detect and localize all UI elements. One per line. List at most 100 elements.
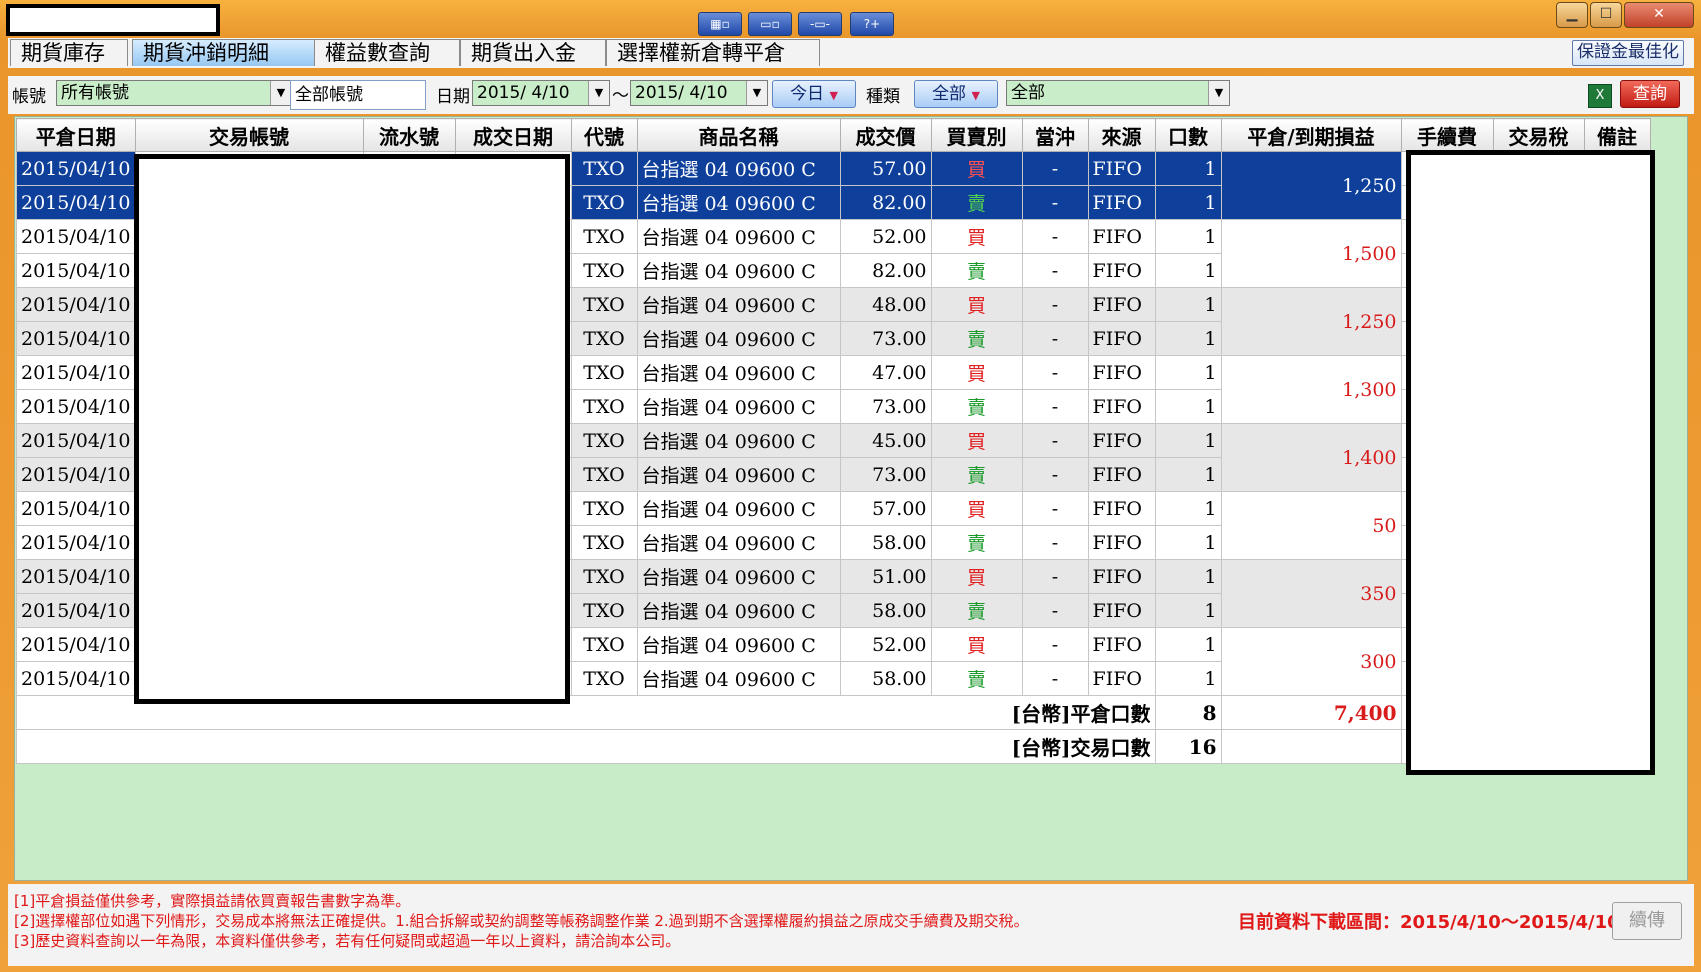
today-button[interactable]: 今日 ▼ — [772, 80, 856, 108]
download-range: 目前資料下載區間：2015/4/10～2015/4/10 — [1238, 912, 1620, 933]
kind-select-value: 全部 — [1011, 83, 1045, 103]
col-tax[interactable]: 交易稅 — [1492, 118, 1585, 152]
today-button-label: 今日 — [790, 84, 825, 104]
caret-down-icon: ▼ — [971, 89, 980, 102]
cell-code: TXO — [570, 525, 638, 560]
title-redacted-box — [6, 4, 220, 36]
cell-product-name: 台指選 04 09600 C — [636, 185, 841, 220]
cell-pnl: 1,250 — [1220, 151, 1402, 220]
maximize-icon[interactable]: ☐ — [1590, 2, 1622, 28]
col-daytrade[interactable]: 當沖 — [1021, 118, 1089, 152]
cell-close-date: 2015/04/10 — [16, 423, 136, 458]
col-pnl[interactable]: 平倉/到期損益 — [1220, 118, 1402, 152]
query-button[interactable]: 查詢 — [1620, 80, 1680, 108]
cell-close-date: 2015/04/10 — [16, 457, 136, 492]
cell-qty: 1 — [1154, 151, 1222, 186]
cell-side: 買 — [930, 151, 1023, 186]
help-icon[interactable]: ?+ — [850, 12, 894, 36]
continue-button[interactable]: 續傳 — [1612, 902, 1682, 940]
cell-pnl: 1,500 — [1220, 219, 1402, 288]
tab-option-convert[interactable]: 選擇權新倉轉平倉 — [606, 39, 820, 66]
col-serial-no[interactable]: 流水號 — [362, 118, 456, 152]
cell-qty: 1 — [1154, 219, 1222, 254]
cell-code: TXO — [570, 219, 638, 254]
date-from-picker[interactable]: 2015/ 4/10 ▼ — [472, 80, 610, 106]
cell-daytrade: - — [1021, 355, 1089, 390]
col-side[interactable]: 買賣別 — [930, 118, 1023, 152]
layout-grid-icon[interactable]: ▦▫ — [698, 12, 742, 36]
cell-code: TXO — [570, 627, 638, 662]
col-trade-date[interactable]: 成交日期 — [454, 118, 572, 152]
cell-price: 73.00 — [839, 457, 932, 492]
cell-side: 買 — [930, 423, 1023, 458]
redaction-box-fees — [1406, 150, 1655, 775]
excel-export-icon[interactable]: X — [1588, 84, 1612, 108]
date-label: 日期 — [436, 87, 470, 107]
close-icon[interactable]: ✕ — [1624, 2, 1694, 28]
kind-select[interactable]: 全部 ▼ — [1006, 80, 1230, 106]
app-window: ▦▫ ▭▫ -▭- ?+ ▁ ☐ ✕ 期貨庫存 期貨沖銷明細 權益數查詢 期貨出… — [0, 0, 1701, 972]
cell-side: 買 — [930, 355, 1023, 390]
summary-close-pnl: 7,400 — [1220, 695, 1402, 730]
col-code[interactable]: 代號 — [570, 118, 638, 152]
chevron-down-icon[interactable]: ▼ — [588, 81, 609, 105]
col-note[interactable]: 備註 — [1583, 118, 1651, 152]
cell-source: FIFO — [1087, 287, 1156, 322]
cell-source: FIFO — [1087, 151, 1156, 186]
tab-equity-query[interactable]: 權益數查詢 — [314, 39, 460, 66]
cell-side: 買 — [930, 491, 1023, 526]
cell-daytrade: - — [1021, 389, 1089, 424]
cell-product-name: 台指選 04 09600 C — [636, 525, 841, 560]
cell-qty: 1 — [1154, 661, 1222, 696]
cell-close-date: 2015/04/10 — [16, 287, 136, 322]
cell-side: 買 — [930, 559, 1023, 594]
tab-futures-offset-detail[interactable]: 期貨沖銷明細 — [132, 39, 318, 66]
col-trade-account[interactable]: 交易帳號 — [134, 118, 364, 152]
col-close-date[interactable]: 平倉日期 — [16, 118, 136, 152]
cell-price: 58.00 — [839, 593, 932, 628]
cell-side: 賣 — [930, 457, 1023, 492]
minimize-icon[interactable]: ▁ — [1556, 2, 1588, 28]
cell-pnl: 1,300 — [1220, 355, 1402, 424]
date-to-picker[interactable]: 2015/ 4/10 ▼ — [630, 80, 768, 106]
tab-futures-deposit[interactable]: 期貨出入金 — [460, 39, 606, 66]
cell-close-date: 2015/04/10 — [16, 253, 136, 288]
cell-source: FIFO — [1087, 389, 1156, 424]
cell-product-name: 台指選 04 09600 C — [636, 355, 841, 390]
cell-side: 賣 — [930, 661, 1023, 696]
account-label: 帳號 — [12, 87, 46, 107]
cell-qty: 1 — [1154, 253, 1222, 288]
chevron-down-icon[interactable]: ▼ — [1208, 81, 1229, 105]
col-product-name[interactable]: 商品名稱 — [636, 118, 841, 152]
col-qty[interactable]: 口數 — [1154, 118, 1222, 152]
kind-button[interactable]: 全部 ▼ — [914, 80, 998, 108]
tab-futures-inventory[interactable]: 期貨庫存 — [10, 39, 128, 66]
account-name-field[interactable]: 全部帳號 — [290, 80, 426, 110]
layout-panel-icon[interactable]: ▭▫ — [748, 12, 792, 36]
cell-product-name: 台指選 04 09600 C — [636, 287, 841, 322]
filter-bar: 帳號 所有帳號 ▼ 全部帳號 日期 2015/ 4/10 ▼ ～ 2015/ 4… — [8, 76, 1694, 114]
footer: [1]平倉損益僅供參考，實際損益請依買賣報告書數字為準。 [2]選擇權部位如遇下… — [8, 884, 1694, 966]
col-price[interactable]: 成交價 — [839, 118, 932, 152]
cell-side: 賣 — [930, 525, 1023, 560]
cell-source: FIFO — [1087, 253, 1156, 288]
cell-qty: 1 — [1154, 321, 1222, 356]
col-fee[interactable]: 手續費 — [1400, 118, 1494, 152]
cell-close-date: 2015/04/10 — [16, 627, 136, 662]
cell-daytrade: - — [1021, 559, 1089, 594]
cell-source: FIFO — [1087, 423, 1156, 458]
summary-trade-pnl — [1220, 729, 1402, 764]
account-select[interactable]: 所有帳號 ▼ — [56, 80, 292, 106]
summary-trade-qty: 16 — [1154, 729, 1222, 764]
cell-price: 57.00 — [839, 491, 932, 526]
margin-optimize-button[interactable]: 保證金最佳化 — [1572, 40, 1684, 66]
cell-code: TXO — [570, 661, 638, 696]
caret-down-icon: ▼ — [829, 89, 838, 102]
chevron-down-icon[interactable]: ▼ — [270, 81, 291, 105]
chevron-down-icon[interactable]: ▼ — [746, 81, 767, 105]
cell-qty: 1 — [1154, 423, 1222, 458]
col-source[interactable]: 來源 — [1087, 118, 1156, 152]
cell-daytrade: - — [1021, 525, 1089, 560]
cell-price: 73.00 — [839, 321, 932, 356]
layout-split-icon[interactable]: -▭- — [798, 12, 842, 36]
